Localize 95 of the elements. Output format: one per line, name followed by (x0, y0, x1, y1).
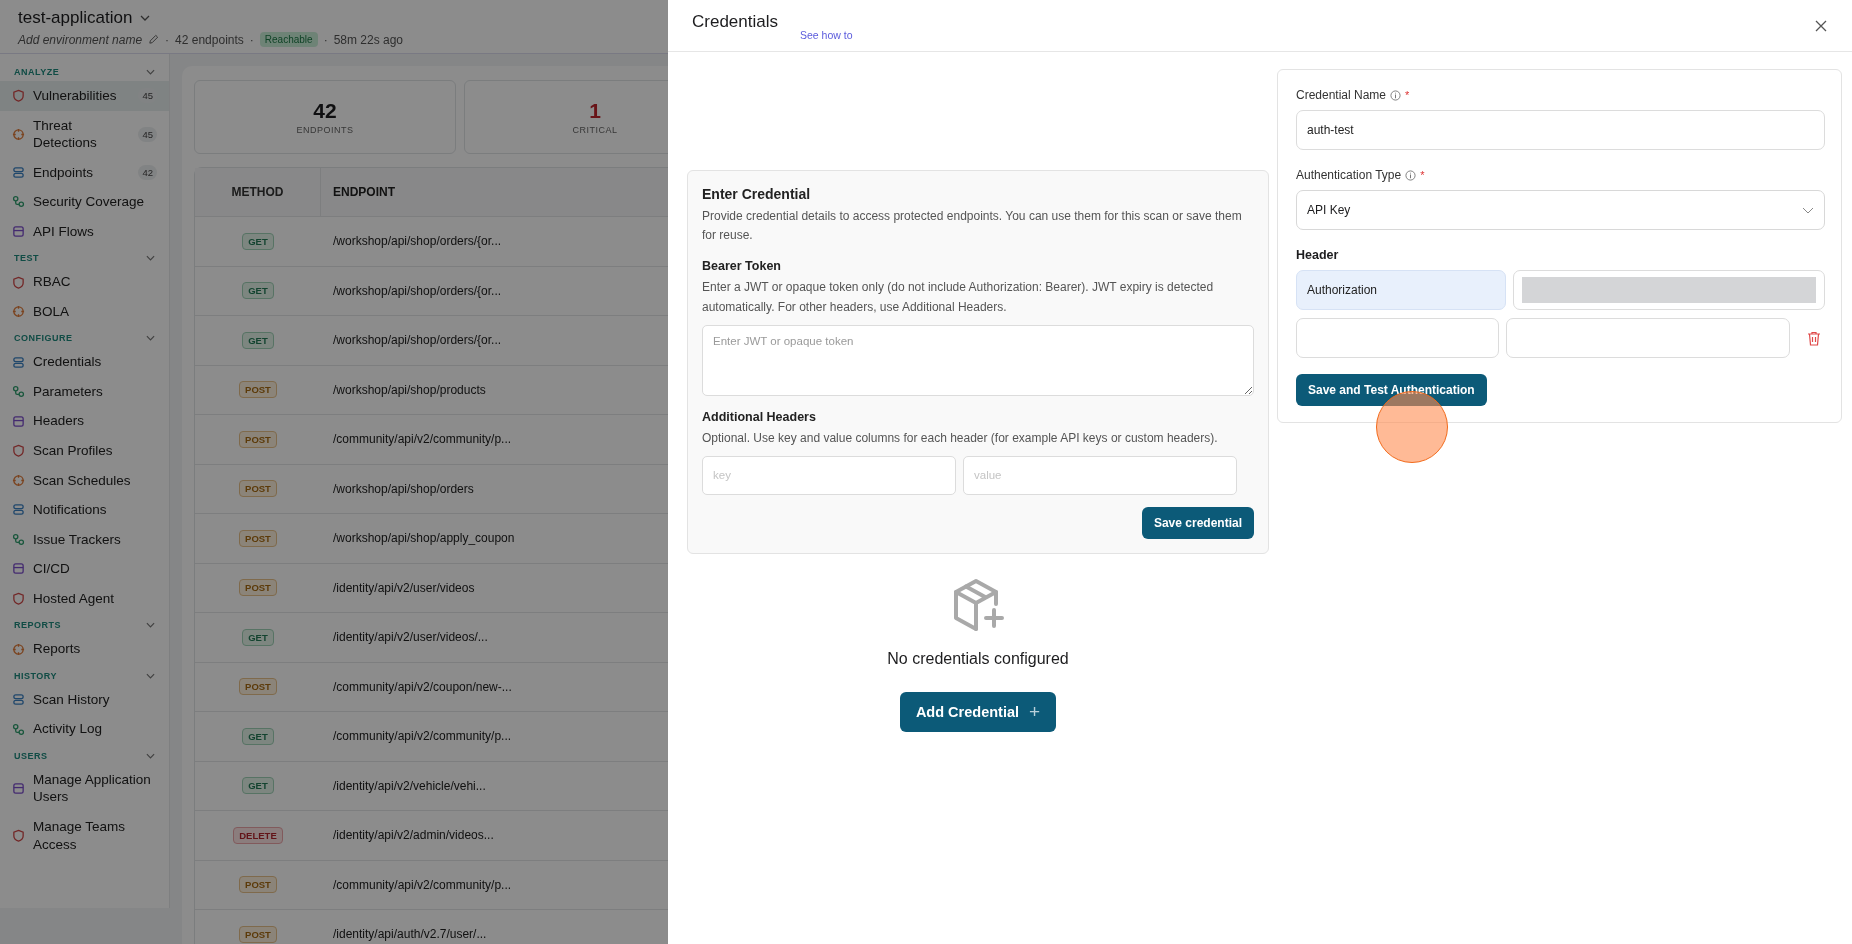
method-badge: GET (242, 628, 274, 646)
endpoint-path[interactable]: /identity/api/v2/user/videos/... (333, 630, 488, 645)
header-value-field[interactable]: value (963, 455, 1237, 495)
column-header[interactable]: METHOD (231, 185, 284, 199)
add-credential-button[interactable]: Add Credential + (899, 691, 1057, 732)
token-field[interactable]: Enter JWT or opaque token (702, 324, 1254, 396)
status-badge: Reachable (259, 32, 318, 47)
separator: · (249, 32, 254, 47)
endpoint-path[interactable]: /workshop/api/shop/orders (333, 481, 474, 496)
field-description: Enter a JWT or opaque token only (do not include Authorization: Bearer). JWT expiry is detected automatically. For other headers, use Additional Headers. (702, 279, 1215, 316)
credential-name-field[interactable]: auth-test (1296, 110, 1825, 150)
method-badge: GET (242, 232, 274, 250)
separator: · (165, 32, 170, 47)
sidebar-item[interactable]: RBAC (0, 267, 169, 297)
method-badge: POST (239, 579, 277, 597)
sidebar-item[interactable]: Reports (0, 634, 169, 664)
sidebar-item[interactable]: Headers (0, 406, 169, 436)
drawer-title: Credentials (692, 12, 778, 32)
method-badge: GET (242, 727, 274, 745)
section-heading: REPORTS (14, 620, 61, 631)
endpoint-path[interactable]: /workshop/api/shop/orders/{or... (333, 234, 502, 249)
method-badge: GET (242, 331, 274, 349)
endpoint-path[interactable]: /identity/api/v2/user/videos (333, 580, 475, 595)
sidebar-item[interactable]: Hosted Agent (0, 583, 169, 614)
endpoint-path[interactable]: /workshop/api/shop/orders/{or... (333, 333, 502, 348)
help-link[interactable]: See how to (800, 29, 853, 41)
sidebar-item[interactable]: Parameters (0, 376, 169, 407)
app-name: test-application (18, 8, 133, 28)
field-label: Authentication Type (1296, 168, 1402, 182)
method-badge: POST (239, 430, 277, 448)
endpoint-path[interactable]: /workshop/api/shop/apply_coupon (333, 531, 515, 546)
sidebar-item[interactable]: Endpoints 42 (0, 157, 169, 188)
empty-state-message: No credentials configured (887, 649, 1069, 668)
method-badge: POST (239, 678, 277, 696)
field-label: Header (1296, 248, 1340, 262)
method-badge: GET (242, 282, 274, 300)
method-badge: POST (239, 925, 277, 943)
sidebar-item[interactable]: Vulnerabilities 45 (0, 81, 169, 111)
sidebar-item[interactable]: Credentials (0, 347, 169, 377)
sidebar-item[interactable]: Scan Schedules (0, 465, 169, 496)
section-heading: ANALYZE (14, 67, 60, 77)
endpoint-path[interactable]: /community/api/v2/community/p... (333, 877, 512, 892)
endpoint-path[interactable]: /community/api/v2/coupon/new-... (333, 679, 512, 694)
section-heading: CONFIGURE (14, 333, 73, 344)
stat-value: 1 (589, 99, 601, 123)
field-label: Credential Name (1296, 88, 1387, 102)
required-mark: * (1405, 89, 1410, 101)
method-badge: POST (239, 529, 277, 547)
endpoint-path[interactable]: /workshop/api/shop/products (333, 382, 486, 397)
save-credential-button[interactable]: Save credential (1141, 506, 1254, 539)
field-label: Additional Headers (702, 409, 817, 424)
sidebar-item[interactable]: Manage Application Users (0, 764, 169, 813)
method-badge: DELETE (233, 826, 283, 844)
last-updated: 58m 22s ago (333, 32, 403, 47)
stat-value: 42 (313, 99, 337, 123)
separator: · (323, 32, 328, 47)
endpoint-path[interactable]: /identity/api/v2/admin/videos... (333, 828, 494, 843)
sidebar-item[interactable]: Manage Teams Access (0, 812, 169, 860)
section-heading: HISTORY (14, 670, 57, 681)
section-heading: TEST (14, 253, 39, 264)
sidebar-item[interactable]: Scan Profiles (0, 436, 169, 466)
stat-label: CRITICAL (572, 125, 618, 135)
sidebar-item[interactable]: CI/CD (0, 554, 169, 584)
method-badge: POST (239, 381, 277, 399)
card-description: Provide credential details to access protected endpoints. You can use them for this scan or save them for reuse. (702, 208, 1243, 245)
sidebar-item[interactable]: API Flows (0, 216, 169, 247)
endpoint-path[interactable]: /workshop/api/shop/orders/{or... (333, 283, 502, 298)
authentication-type-dropdown[interactable]: API Key (1296, 190, 1825, 230)
count-badge: 42 (138, 164, 157, 180)
method-badge: POST (239, 480, 277, 498)
endpoint-path[interactable]: /identity/api/auth/v2.7/user/... (333, 927, 487, 942)
section-heading: USERS (14, 750, 48, 761)
endpoint-count: 42 endpoints (175, 32, 244, 47)
card-title: Enter Credential (702, 186, 812, 202)
header-key-field[interactable]: Authorization (1296, 270, 1506, 310)
save-and-test-button[interactable]: Save and Test Authentication (1296, 374, 1487, 406)
method-badge: POST (239, 876, 277, 894)
field-label: Bearer Token (702, 259, 782, 274)
environment-name-placeholder[interactable]: Add environment name (18, 32, 143, 47)
sidebar-item[interactable]: Scan History (0, 684, 169, 715)
method-badge: GET (242, 777, 274, 795)
required-mark: * (1420, 169, 1425, 181)
column-header[interactable]: ENDPOINT (333, 185, 395, 199)
sidebar-item[interactable]: Notifications (0, 495, 169, 525)
endpoint-path[interactable]: /community/api/v2/community/p... (333, 729, 512, 744)
stat-label: ENDPOINTS (296, 125, 354, 135)
endpoint-path[interactable]: /identity/api/v2/vehicle/vehi... (333, 778, 486, 793)
endpoint-path[interactable]: /community/api/v2/community/p... (333, 432, 512, 447)
header-key-field[interactable]: key (702, 455, 956, 495)
sidebar-item[interactable]: Issue Trackers (0, 524, 169, 555)
sidebar-item[interactable]: Activity Log (0, 714, 169, 744)
sidebar-item[interactable]: Security Coverage (0, 187, 169, 217)
field-description: Optional. Use key and value columns for each header (for example API keys or custom headers). (702, 429, 1219, 447)
sidebar-item[interactable]: BOLA (0, 296, 169, 327)
count-badge: 45 (138, 126, 157, 142)
